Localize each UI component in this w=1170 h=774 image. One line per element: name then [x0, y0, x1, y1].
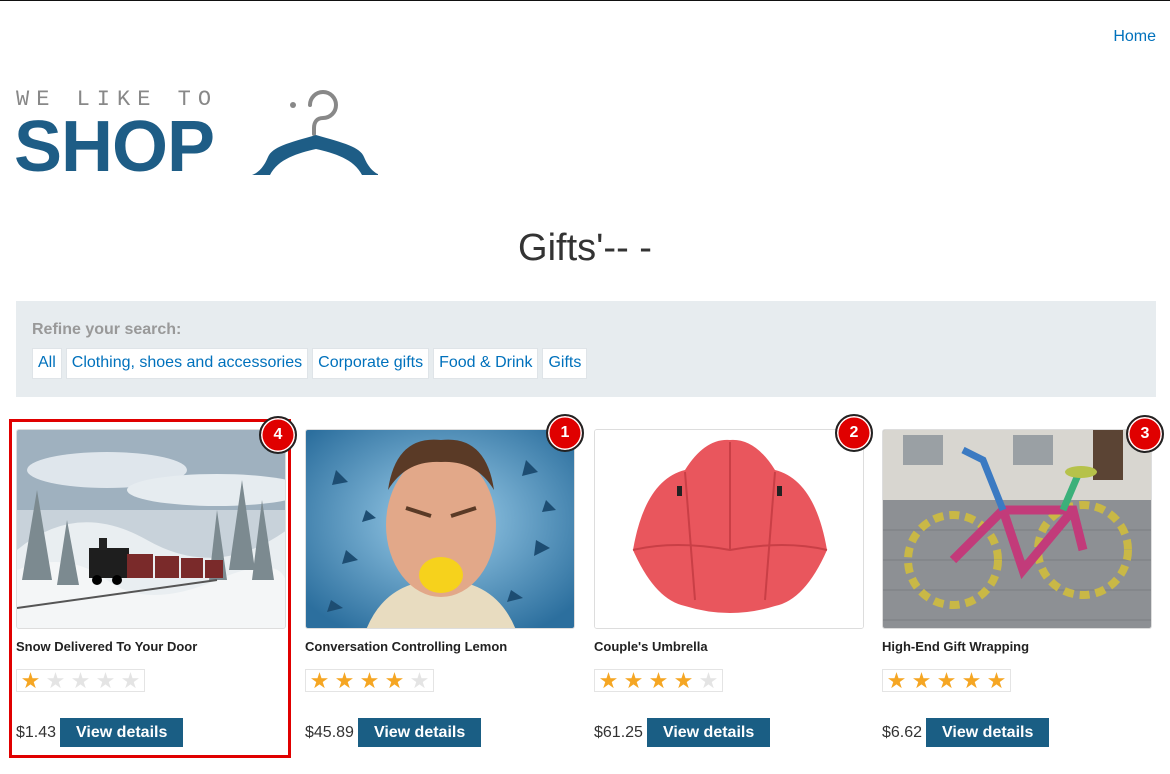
- star-icon: ★: [309, 668, 330, 693]
- star-icon: ★: [648, 668, 669, 693]
- product-price: $45.89: [305, 723, 354, 741]
- number-badge: 1: [546, 414, 584, 452]
- star-rating: ★ ★ ★ ★ ★: [305, 669, 434, 692]
- product-name: High-End Gift Wrapping: [882, 639, 1030, 654]
- filter-food-drink[interactable]: Food & Drink: [433, 348, 539, 379]
- product-card: High-End Gift Wrapping ★ ★ ★ ★ ★ $6.62 V…: [882, 429, 1152, 759]
- highlight-box: [9, 419, 291, 758]
- product-price: $6.62: [882, 723, 923, 741]
- star-icon: ★: [359, 668, 380, 693]
- page-title: Gifts'-- -: [518, 227, 652, 269]
- star-icon: ★: [986, 668, 1007, 693]
- star-icon: ★: [384, 668, 405, 693]
- product-image-man-with-lemon[interactable]: [305, 429, 575, 629]
- star-icon: ★: [911, 668, 932, 693]
- site-logo[interactable]: WE LIKE TO SHOP: [14, 87, 378, 187]
- star-rating: ★ ★ ★ ★ ★: [882, 669, 1011, 692]
- home-link[interactable]: Home: [1113, 28, 1156, 46]
- price-row: $61.25 View details: [594, 718, 771, 747]
- star-icon: ★: [698, 668, 719, 693]
- filter-gifts[interactable]: Gifts: [542, 348, 588, 379]
- view-details-button[interactable]: View details: [926, 718, 1050, 747]
- star-icon: ★: [961, 668, 982, 693]
- product-card: Couple's Umbrella ★ ★ ★ ★ ★ $61.25 View …: [594, 429, 864, 759]
- star-icon: ★: [673, 668, 694, 693]
- logo-wordmark: SHOP: [14, 107, 215, 187]
- filter-all[interactable]: All: [32, 348, 62, 379]
- filter-clothing[interactable]: Clothing, shoes and accessories: [65, 348, 309, 379]
- price-row: $45.89 View details: [305, 718, 482, 747]
- product-image-knitted-bicycle[interactable]: [882, 429, 1152, 629]
- star-icon: ★: [334, 668, 355, 693]
- filter-links: All Clothing, shoes and accessories Corp…: [32, 348, 1140, 379]
- number-badge: 4: [259, 416, 297, 454]
- filter-panel: Refine your search: All Clothing, shoes …: [16, 301, 1156, 397]
- product-name: Couple's Umbrella: [594, 639, 708, 654]
- star-icon: ★: [886, 668, 907, 693]
- star-icon: ★: [623, 668, 644, 693]
- view-details-button[interactable]: View details: [646, 718, 771, 747]
- filter-label: Refine your search:: [32, 321, 182, 338]
- product-card: Conversation Controlling Lemon ★ ★ ★ ★ ★…: [305, 429, 575, 759]
- star-rating: ★ ★ ★ ★ ★: [594, 669, 723, 692]
- view-details-button[interactable]: View details: [357, 718, 482, 747]
- star-icon: ★: [936, 668, 957, 693]
- star-icon: ★: [409, 668, 430, 693]
- product-name: Conversation Controlling Lemon: [305, 639, 508, 654]
- number-badge: 3: [1126, 415, 1164, 453]
- number-badge: 2: [835, 414, 873, 452]
- filter-corporate-gifts[interactable]: Corporate gifts: [312, 348, 430, 379]
- product-price: $61.25: [594, 723, 643, 741]
- star-icon: ★: [598, 668, 619, 693]
- price-row: $6.62 View details: [882, 718, 1050, 747]
- product-image-red-umbrella[interactable]: [594, 429, 864, 629]
- hanger-icon: [252, 90, 378, 175]
